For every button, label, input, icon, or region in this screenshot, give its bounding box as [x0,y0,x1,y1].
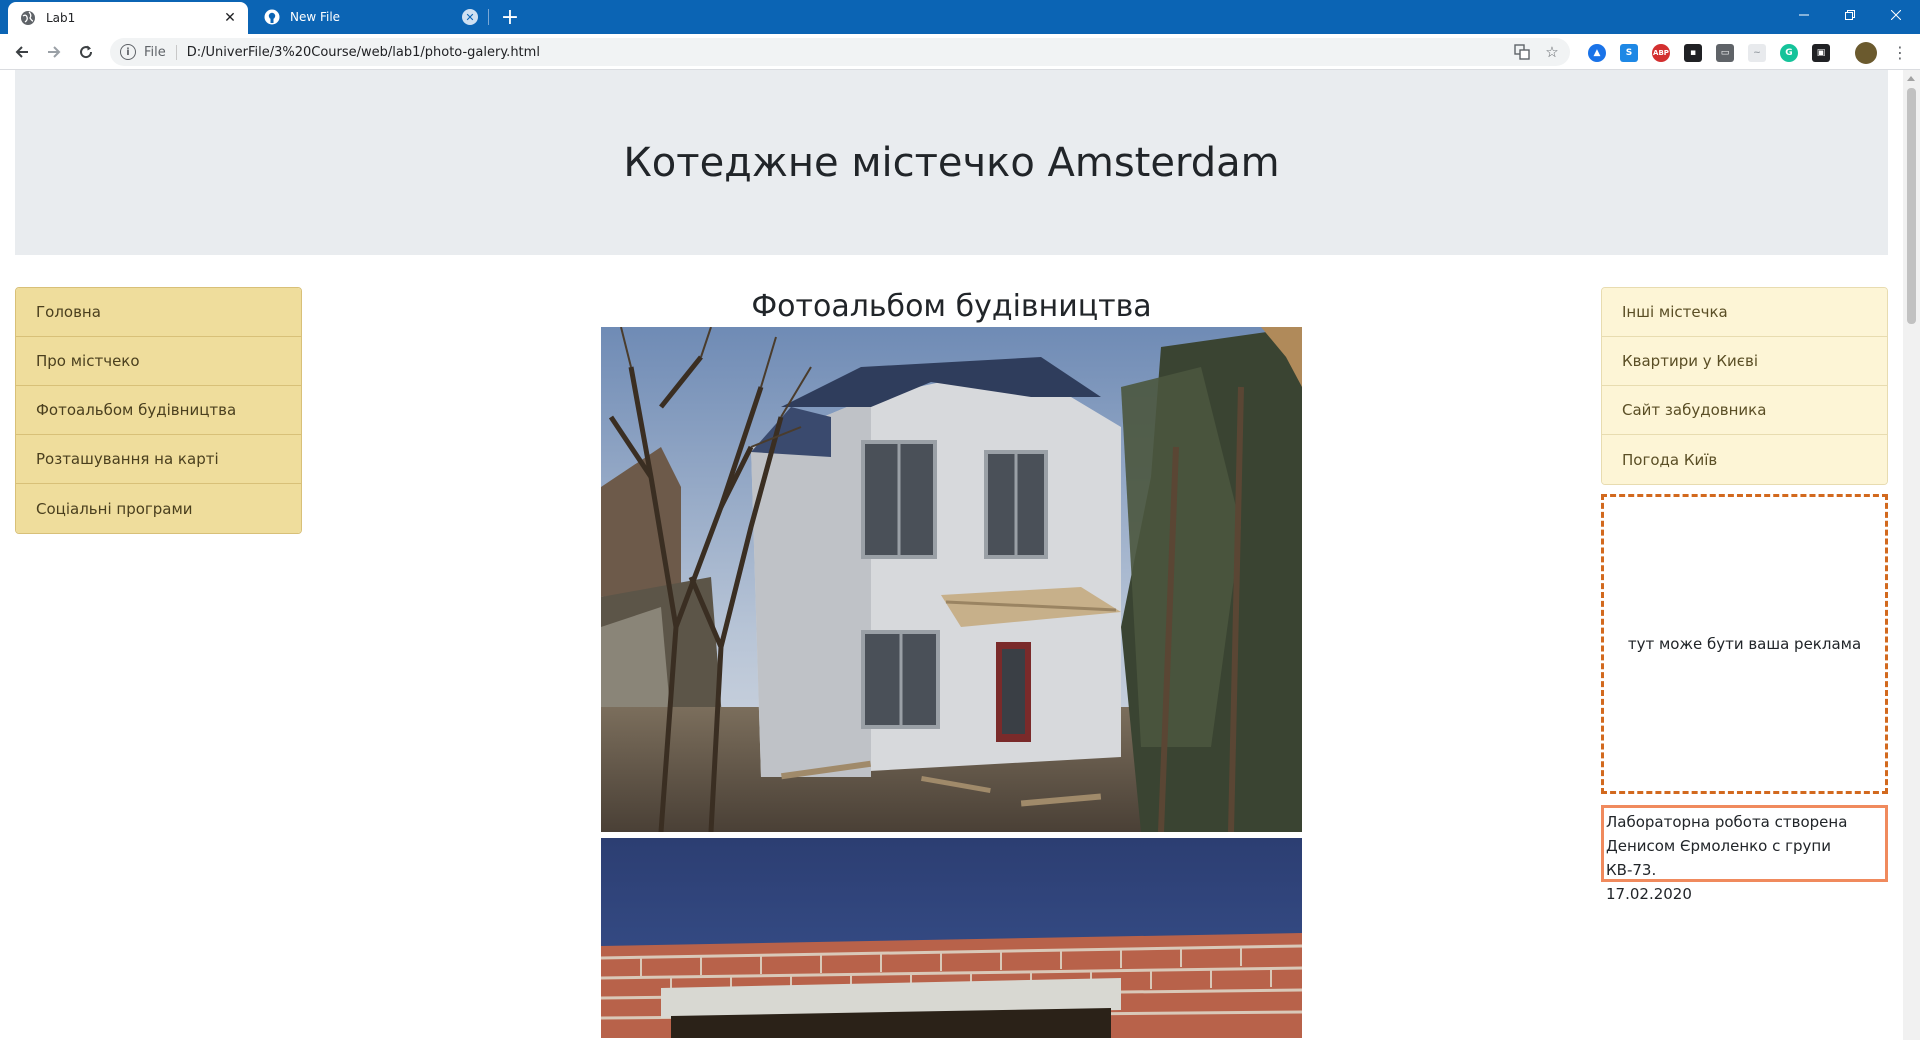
bookmark-star-icon[interactable]: ☆ [1540,40,1564,64]
menu-kebab-icon[interactable]: ⋮ [1888,40,1912,64]
credits-box: Лабораторна робота створена Денисом Єрмо… [1601,805,1888,903]
tab-title: Lab1 [46,11,76,25]
page-title: Котеджне містечко Amsterdam [623,139,1280,186]
translate-icon[interactable] [1510,40,1534,64]
info-icon[interactable]: i [120,44,136,60]
forward-icon[interactable] [42,40,66,64]
credits-line-1: Лабораторна робота створена [1606,813,1848,831]
credits-line-3: 17.02.2020 [1606,885,1692,903]
minimize-icon[interactable] [1781,0,1827,30]
photo-brick-wall [601,838,1302,1038]
page-scrollbar[interactable] [1903,70,1920,1040]
right-navigation: Інші містечка Квартири у Києві Сайт забу… [1601,287,1888,485]
close-window-icon[interactable] [1873,0,1919,30]
scrollbar-thumb[interactable] [1907,88,1916,324]
extension-drive-icon[interactable]: ▲ [1588,44,1606,62]
left-nav-item-map[interactable]: Розташування на карті [16,435,301,484]
tab-separator [488,9,489,25]
extension-skype-icon[interactable]: S [1620,44,1638,62]
gallery-heading: Фотоальбом будівництва [751,289,1152,324]
ad-placeholder: тут може бути ваша реклама [1601,494,1888,794]
tab-lab1[interactable]: Lab1 ✕ [8,2,248,34]
close-icon[interactable]: ✕ [222,10,238,26]
left-nav-item-photo-album[interactable]: Фотоальбом будівництва [16,386,301,435]
reload-icon[interactable] [74,40,98,64]
browser-toolbar: i File D:/UniverFile/3%20Course/web/lab1… [0,34,1920,70]
avatar[interactable] [1855,42,1877,64]
back-icon[interactable] [10,40,34,64]
photo-house [601,327,1302,832]
new-tab-button[interactable]: + [498,5,522,30]
right-nav-item-developer-site[interactable]: Сайт забудовника [1602,386,1887,435]
github-icon [264,9,280,25]
right-nav-item-kyiv-weather[interactable]: Погода Київ [1602,435,1887,484]
page-header: Котеджне містечко Amsterdam [15,70,1888,255]
extension-counter-icon[interactable]: ▣ [1812,44,1830,62]
right-nav-item-other-towns[interactable]: Інші містечка [1602,288,1887,337]
main-content: Фотоальбом будівництва [601,287,1302,1038]
left-navigation: Головна Про містчеко Фотоальбом будівниц… [15,287,302,534]
tab-title: New File [290,10,341,24]
globe-icon [20,10,36,26]
close-icon[interactable]: ✕ [462,9,478,25]
tab-new-file[interactable]: New File ✕ [252,0,488,34]
extension-game-icon[interactable]: ▪ [1684,44,1702,62]
extension-folder-icon[interactable]: ▭ [1716,44,1734,62]
scroll-up-icon[interactable] [1907,76,1915,81]
extension-grammarly-icon[interactable]: G [1780,44,1798,62]
address-scheme: File [144,44,177,60]
address-bar[interactable]: i File D:/UniverFile/3%20Course/web/lab1… [110,38,1570,66]
right-nav-item-kyiv-apartments[interactable]: Квартири у Києві [1602,337,1887,386]
restore-icon[interactable] [1827,0,1873,30]
page-viewport: Котеджне містечко Amsterdam Головна Про … [0,70,1903,1040]
address-url[interactable]: D:/UniverFile/3%20Course/web/lab1/photo-… [187,45,1510,60]
tab-strip: Lab1 ✕ New File ✕ + [0,0,1920,34]
left-nav-item-about[interactable]: Про містчеко [16,337,301,386]
credits-line-2: Денисом Єрмоленко с групи КВ-73. [1606,837,1831,879]
extension-adblock-icon[interactable]: ABP [1652,44,1670,62]
left-nav-item-social[interactable]: Соціальні програми [16,484,301,533]
extension-wave-icon[interactable]: ~ [1748,44,1766,62]
left-nav-item-home[interactable]: Головна [16,288,301,337]
ad-text: тут може бути ваша реклама [1627,635,1862,653]
